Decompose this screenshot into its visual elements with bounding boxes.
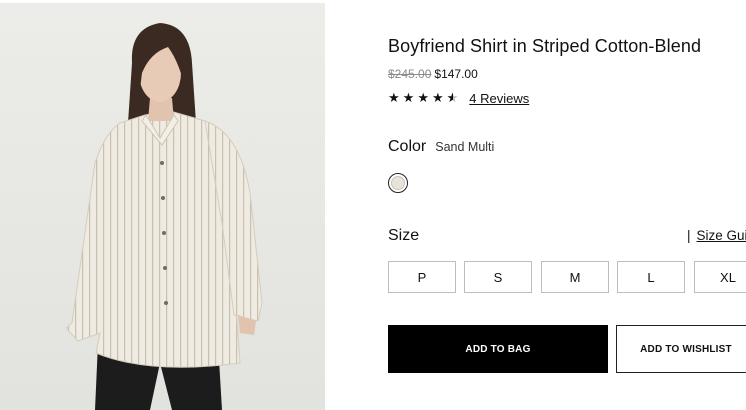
size-label: Size xyxy=(388,227,420,244)
size-guide-link[interactable]: Size Gui xyxy=(697,228,746,243)
reviews-link[interactable]: 4 Reviews xyxy=(469,91,529,106)
swatch-fill xyxy=(391,176,405,190)
color-row: Color Sand Multi xyxy=(388,138,494,156)
original-price: $245.00 xyxy=(388,67,432,81)
selected-color-value: Sand Multi xyxy=(435,140,495,154)
color-label: Color xyxy=(388,138,427,155)
sale-price: $147.00 xyxy=(434,67,478,81)
product-image[interactable] xyxy=(0,3,325,410)
add-to-bag-button[interactable]: ADD TO BAG xyxy=(388,325,608,373)
model-illustration xyxy=(65,23,263,410)
star-icon: ★ xyxy=(417,90,429,105)
product-title: Boyfriend Shirt in Striped Cotton-Blend xyxy=(388,36,702,56)
size-option-l[interactable]: L xyxy=(617,261,685,293)
half-star-icon: ★ ★ xyxy=(446,90,459,105)
star-icon: ★ xyxy=(388,90,400,105)
color-swatch-sand-multi[interactable] xyxy=(388,173,408,193)
size-guide: | Size Gui xyxy=(687,228,746,243)
size-option-xl[interactable]: XL xyxy=(694,261,746,293)
size-option-m[interactable]: M xyxy=(541,261,609,293)
size-guide-separator: | xyxy=(687,228,691,243)
size-option-p[interactable]: P xyxy=(388,261,456,293)
star-icon: ★ xyxy=(431,90,444,105)
add-to-wishlist-button[interactable]: ADD TO WISHLIST xyxy=(616,325,746,373)
star-icon: ★ xyxy=(402,90,415,105)
size-option-s[interactable]: S xyxy=(464,261,532,293)
rating-row: ★ ★ ★ ★ ★ ★ 4 Reviews xyxy=(388,90,529,106)
price-row: $245.00 $147.00 xyxy=(388,67,478,81)
